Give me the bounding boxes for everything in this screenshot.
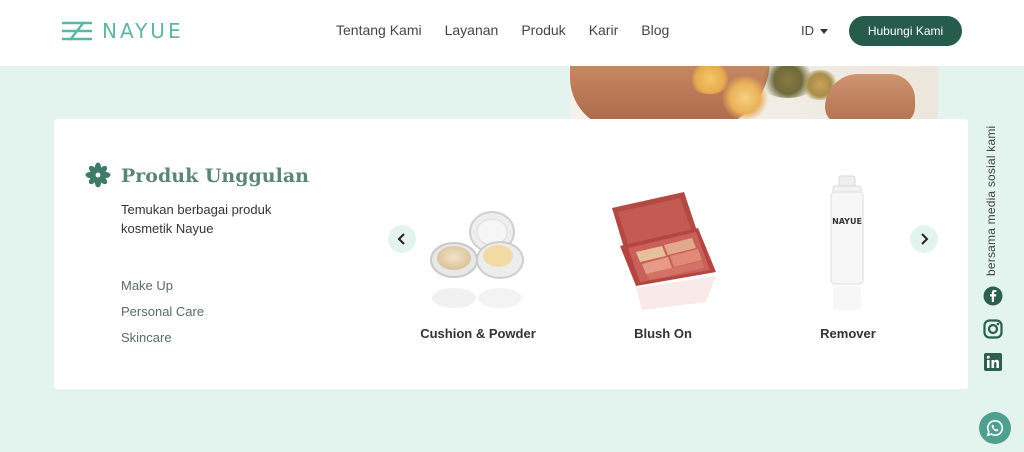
carousel-next-button[interactable] xyxy=(910,225,938,253)
language-selector[interactable]: ID xyxy=(801,23,828,38)
nav-layanan[interactable]: Layanan xyxy=(445,22,499,38)
product-name: Cushion & Powder xyxy=(420,326,536,341)
chevron-right-icon xyxy=(921,233,929,245)
cushion-powder-image xyxy=(430,211,524,308)
social-caption: bersama media sosial kami xyxy=(984,125,998,276)
chevron-left-icon xyxy=(397,233,405,245)
caret-down-icon xyxy=(820,28,828,34)
bottle-label: NAYUE xyxy=(832,217,862,226)
contact-button[interactable]: Hubungi Kami xyxy=(849,16,962,46)
category-make-up[interactable]: Make Up xyxy=(121,278,173,293)
nav-tentang-kami[interactable]: Tentang Kami xyxy=(336,22,422,38)
nav-karir[interactable]: Karir xyxy=(589,22,619,38)
category-skincare[interactable]: Skincare xyxy=(121,330,172,345)
blush-palette-image xyxy=(612,192,716,310)
carousel-prev-button[interactable] xyxy=(388,225,416,253)
whatsapp-icon xyxy=(986,419,1004,437)
hero-image xyxy=(570,66,938,120)
product-name: Blush On xyxy=(634,326,692,341)
remover-bottle-image: NAYUE xyxy=(830,175,864,310)
facebook-icon[interactable] xyxy=(983,286,1003,306)
main-nav: Tentang Kami Layanan Produk Karir Blog xyxy=(336,22,669,38)
linkedin-icon[interactable] xyxy=(983,352,1003,372)
product-name: Remover xyxy=(820,326,876,341)
section-title: Produk Unggulan xyxy=(121,165,309,187)
category-personal-care[interactable]: Personal Care xyxy=(121,304,204,319)
instagram-icon[interactable] xyxy=(983,319,1003,339)
flower-icon xyxy=(85,162,111,188)
whatsapp-button[interactable] xyxy=(979,412,1011,444)
logo-mark-icon xyxy=(62,21,92,41)
logo-text: NAYUE xyxy=(102,19,184,43)
site-header: NAYUE Tentang Kami Layanan Produk Karir … xyxy=(0,0,1024,66)
nav-blog[interactable]: Blog xyxy=(641,22,669,38)
brand-logo[interactable]: NAYUE xyxy=(60,19,184,43)
section-description: Temukan berbagai produk kosmetik Nayue xyxy=(121,202,272,236)
language-label: ID xyxy=(801,23,814,38)
nav-produk[interactable]: Produk xyxy=(521,22,565,38)
